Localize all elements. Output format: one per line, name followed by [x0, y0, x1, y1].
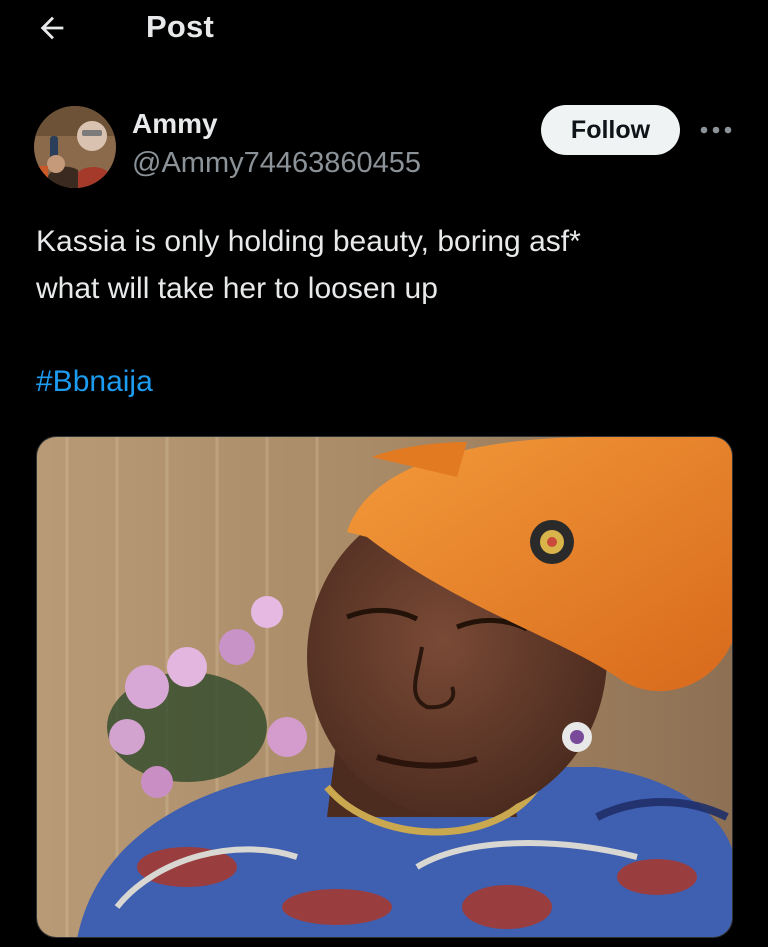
more-button[interactable]: [694, 110, 738, 150]
post-text: Kassia is only holding beauty, boring as…: [36, 218, 736, 312]
avatar-image: [34, 106, 116, 188]
page-title: Post: [146, 9, 214, 44]
follow-button[interactable]: Follow: [541, 105, 680, 155]
author-handle[interactable]: @Ammy74463860455: [132, 147, 421, 180]
post-photo[interactable]: [36, 436, 733, 938]
author-name[interactable]: Ammy: [132, 108, 218, 140]
post-text-line: Kassia is only holding beauty, boring as…: [36, 225, 581, 258]
post-text-line: what will take her to loosen up: [36, 272, 438, 305]
arrow-left-icon: [40, 16, 64, 40]
photo-illustration: [37, 437, 732, 937]
more-horizontal-icon: [700, 126, 732, 134]
back-button[interactable]: [30, 8, 74, 48]
author-avatar[interactable]: [34, 106, 116, 188]
top-bar: Post: [0, 0, 768, 58]
hashtag-link[interactable]: #Bbnaija: [36, 365, 153, 399]
post-page: Post Ammy @Ammy74463860455 Follow Kassia…: [0, 0, 768, 947]
